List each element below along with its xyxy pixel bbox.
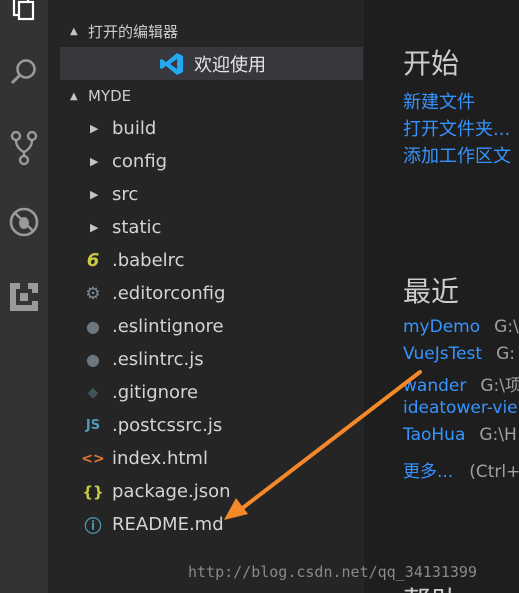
tree-item-label: .editorconfig: [112, 283, 226, 304]
tree-item-label: config: [112, 151, 168, 172]
recent-item[interactable]: ideatower-vie: [403, 398, 519, 418]
vscode-icon: [160, 52, 183, 75]
search-icon[interactable]: [0, 48, 48, 96]
recent-item-name[interactable]: wander: [403, 376, 466, 396]
tree-file-gitignore[interactable]: ◆ .gitignore: [60, 376, 363, 409]
recent-item-path: G:: [496, 344, 515, 364]
tree-file-postcssrc[interactable]: JS .postcssrc.js: [60, 409, 363, 442]
open-editors-title: 打开的编辑器: [88, 22, 179, 41]
tree-folder-src[interactable]: ▶ src: [60, 178, 363, 211]
babel-icon: 6: [86, 250, 100, 271]
recent-item[interactable]: wander G:\项: [403, 371, 519, 396]
tree-item-label: .gitignore: [112, 382, 199, 403]
chevron-down-icon: ▲: [70, 90, 78, 102]
git-icon: ◆: [87, 384, 99, 401]
tree-item-label: .postcssrc.js: [112, 415, 223, 436]
chevron-down-icon: ▲: [70, 25, 78, 37]
watermark-text: http://blog.csdn.net/qq_34131399: [188, 563, 477, 581]
more-recent-row: 更多... (Ctrl+: [403, 457, 519, 482]
recent-item-name[interactable]: myDemo: [403, 317, 480, 337]
json-icon: {}: [82, 482, 104, 501]
tree-item-label: index.html: [112, 448, 208, 469]
tree-file-babelrc[interactable]: 6 .babelrc: [60, 244, 363, 277]
open-folder-link[interactable]: 打开文件夹...: [403, 115, 510, 141]
debug-icon[interactable]: [0, 198, 48, 246]
tree-item-label: build: [112, 118, 157, 139]
start-heading: 开始: [403, 47, 460, 80]
chevron-right-icon: ▶: [90, 122, 99, 135]
tree-item-label: .eslintignore: [112, 316, 224, 337]
new-file-link[interactable]: 新建文件: [403, 88, 475, 114]
recent-item-path: G:\项: [480, 376, 519, 396]
chevron-right-icon: ▶: [90, 221, 99, 234]
open-editor-item-welcome[interactable]: 欢迎使用: [60, 47, 363, 80]
tree-item-label: .eslintrc.js: [112, 349, 204, 370]
tree-file-eslintrc[interactable]: ● .eslintrc.js: [60, 343, 363, 376]
recent-item[interactable]: VueJsTest G:: [403, 344, 515, 364]
tree-item-label: static: [112, 217, 162, 238]
extensions-icon[interactable]: [0, 273, 48, 321]
activity-bar: [0, 0, 48, 593]
tree-file-readme[interactable]: ⓘ README.md: [60, 508, 363, 541]
chevron-right-icon: ▶: [90, 155, 99, 168]
tree-item-label: package.json: [112, 481, 231, 502]
recent-heading: 最近: [403, 275, 460, 308]
info-icon: ⓘ: [84, 517, 102, 537]
html-icon: <>: [81, 450, 105, 467]
source-control-icon[interactable]: [0, 124, 48, 172]
explorer-icon[interactable]: [0, 0, 48, 32]
tree-item-label: README.md: [112, 514, 224, 535]
recent-item-path: G:\: [494, 317, 519, 337]
recent-item-name[interactable]: ideatower-vie: [403, 398, 518, 418]
open-editor-label: 欢迎使用: [194, 54, 266, 76]
js-icon: JS: [85, 418, 101, 433]
more-recent-shortcut: (Ctrl+: [469, 462, 519, 482]
welcome-page: 开始 新建文件 打开文件夹... 添加工作区文 最近 myDemo G:\ Vue…: [364, 0, 519, 593]
help-heading: 帮助: [403, 580, 459, 593]
recent-item[interactable]: myDemo G:\: [403, 317, 519, 337]
eslint-icon: ●: [86, 317, 100, 336]
recent-item[interactable]: TaoHua G:\H: [403, 425, 517, 445]
tree-folder-config[interactable]: ▶ config: [60, 145, 363, 178]
tree-file-package-json[interactable]: {} package.json: [60, 475, 363, 508]
eslint-icon: ●: [86, 350, 100, 369]
tree-file-editorconfig[interactable]: ⚙ .editorconfig: [60, 277, 363, 310]
tree-item-label: .babelrc: [112, 250, 185, 271]
explorer-folder-header[interactable]: ▲ MYDE: [48, 81, 364, 111]
tree-folder-static[interactable]: ▶ static: [60, 211, 363, 244]
recent-item-path: G:\H: [479, 425, 517, 445]
tree-item-label: src: [112, 184, 139, 205]
tree-file-index-html[interactable]: <> index.html: [60, 442, 363, 475]
explorer-sidebar: ▲ 打开的编辑器 欢迎使用 ▲ MYDE ▶ build ▶ config ▶ …: [48, 0, 364, 593]
recent-item-name[interactable]: TaoHua: [403, 425, 465, 445]
tree-folder-build[interactable]: ▶ build: [60, 112, 363, 145]
chevron-right-icon: ▶: [90, 188, 99, 201]
gear-icon: ⚙: [85, 283, 101, 304]
recent-item-name[interactable]: VueJsTest: [403, 344, 482, 364]
open-editors-header[interactable]: ▲ 打开的编辑器: [48, 16, 364, 46]
tree-file-eslintignore[interactable]: ● .eslintignore: [60, 310, 363, 343]
add-workspace-folder-link[interactable]: 添加工作区文: [403, 142, 511, 168]
more-recent-link[interactable]: 更多...: [403, 462, 453, 482]
workspace-title: MYDE: [88, 87, 132, 105]
